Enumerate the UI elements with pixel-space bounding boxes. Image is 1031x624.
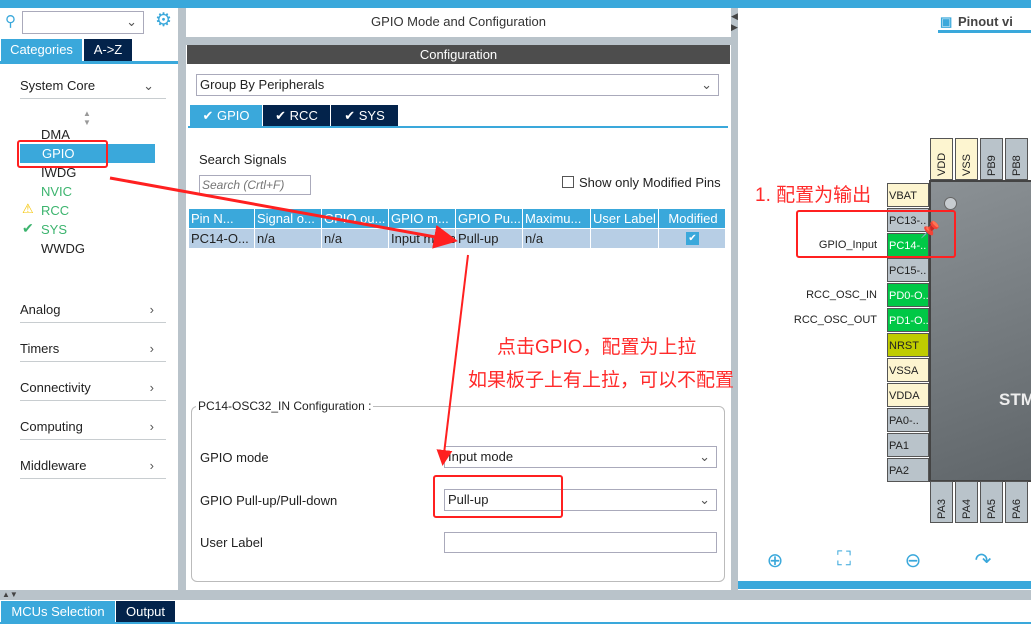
arrow-to-table <box>109 176 458 249</box>
annotation-note-2: 如果板子上有上拉，可以不配置 <box>468 370 735 391</box>
annotation-step1: 1. 配置为输出 <box>755 185 872 206</box>
annotation-note-1: 点击GPIO，配置为上拉 <box>497 337 697 358</box>
annotation-arrows <box>109 176 469 466</box>
arrow-to-pull <box>436 254 469 466</box>
